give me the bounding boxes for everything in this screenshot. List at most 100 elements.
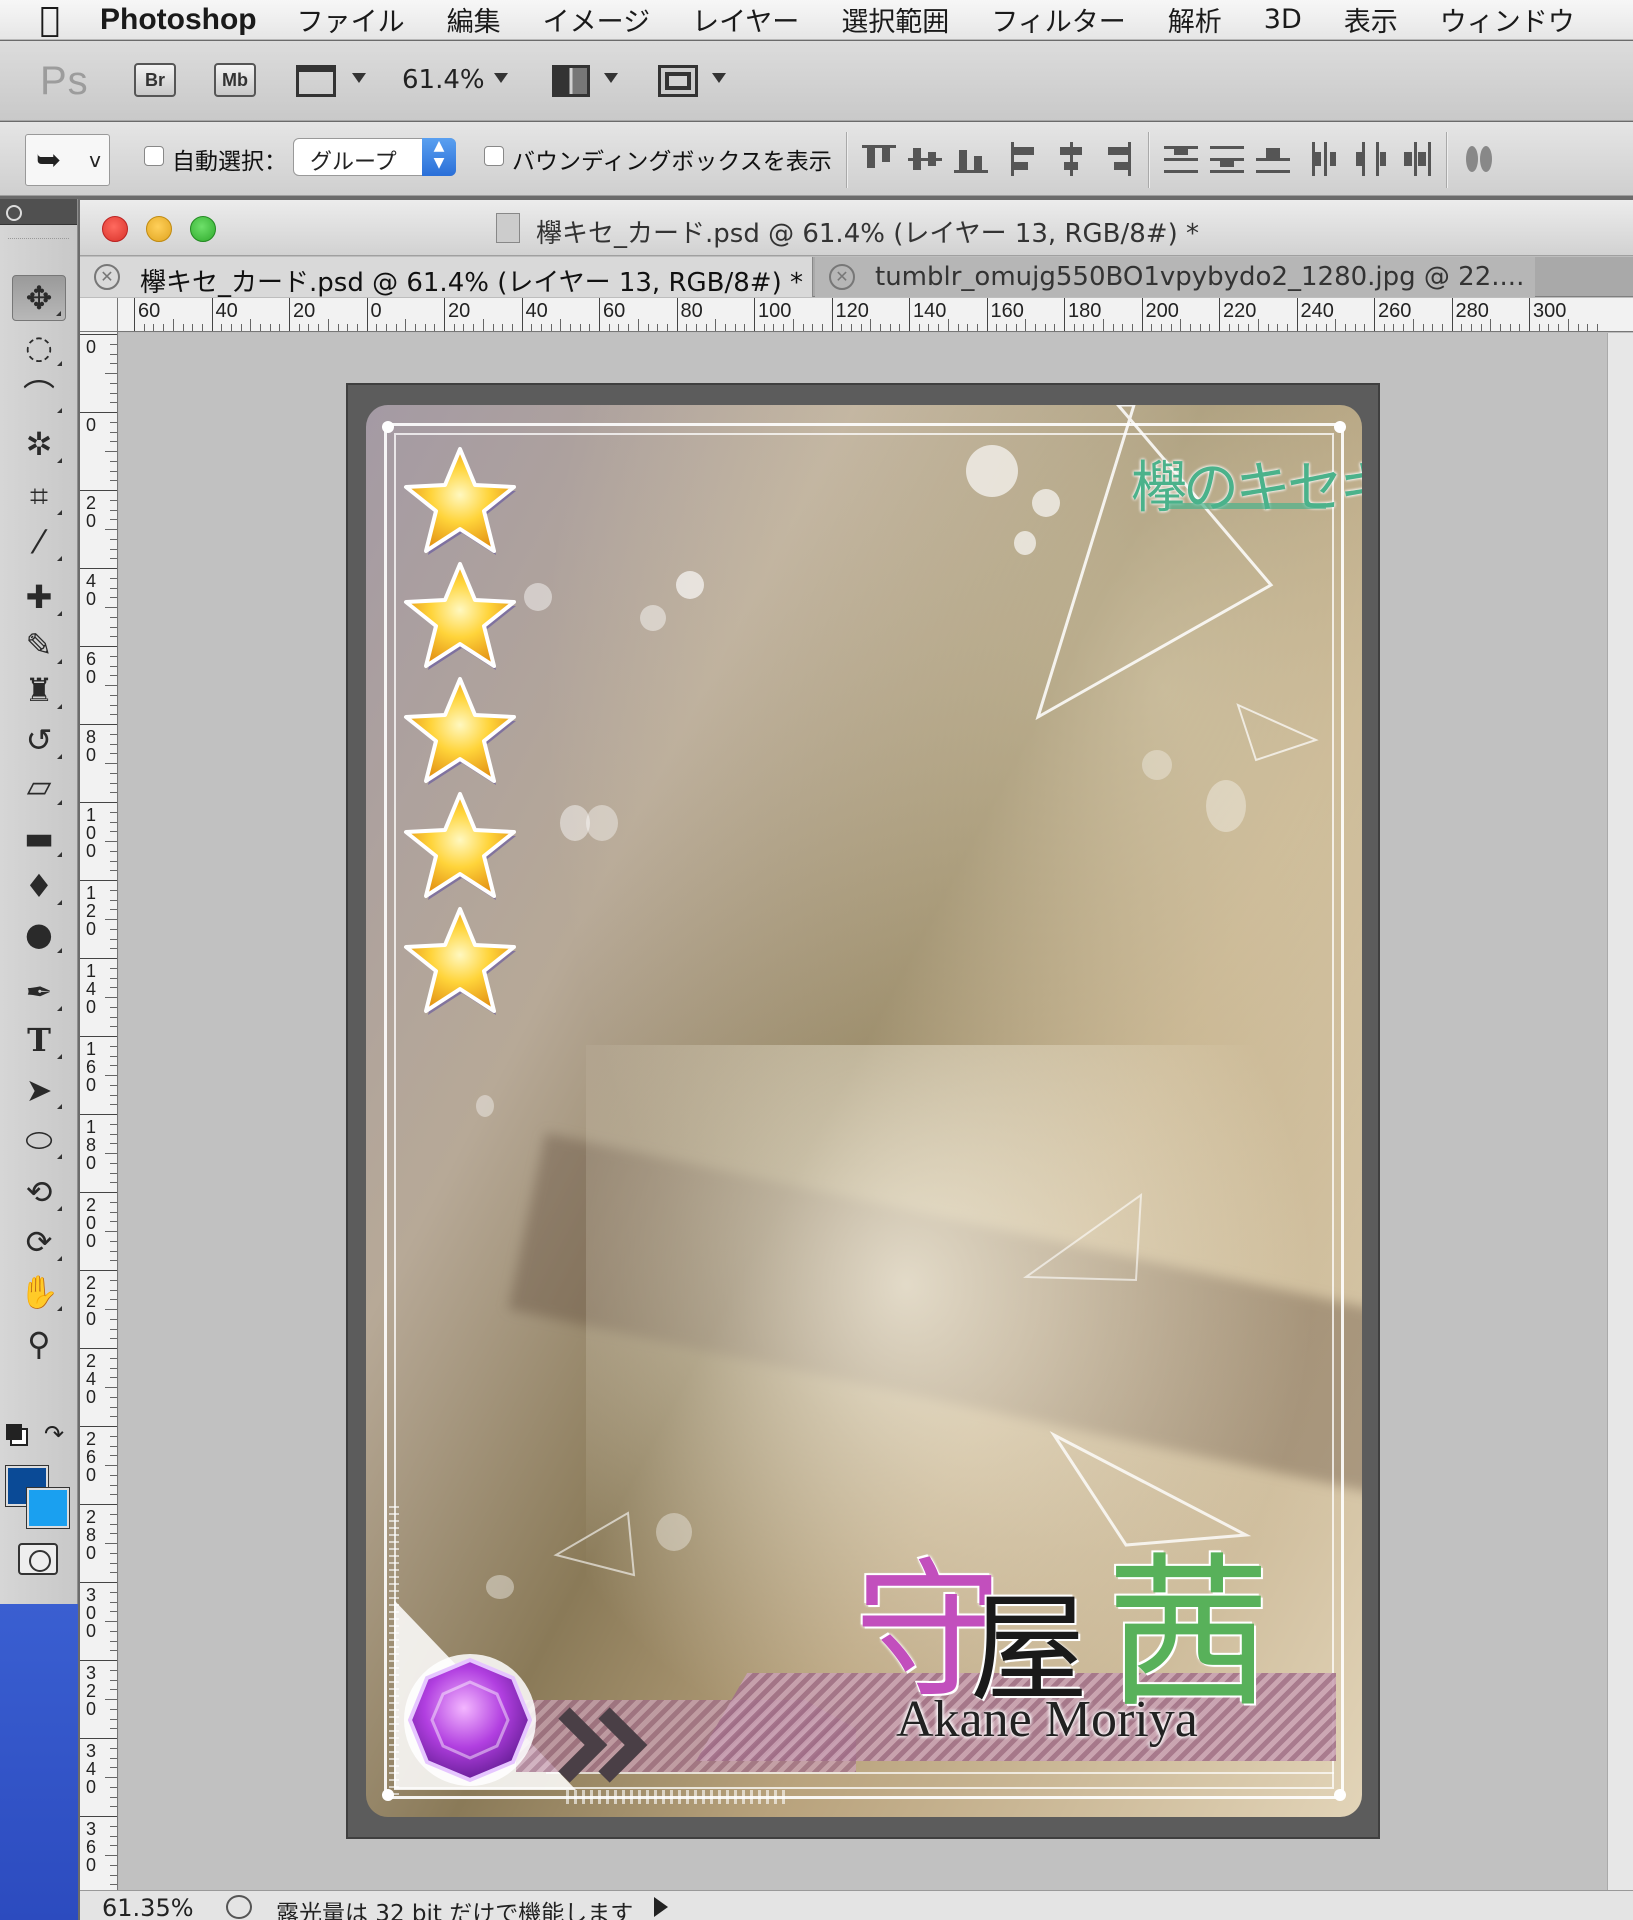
history-brush-tool[interactable]: ↺ <box>12 717 66 763</box>
align-top-icon[interactable] <box>862 142 896 176</box>
ruler-label: 120 <box>835 300 869 322</box>
distribute-hcenter-icon[interactable] <box>1354 142 1388 176</box>
screen-mode-icon[interactable] <box>658 65 698 97</box>
ruler-tick <box>105 685 117 686</box>
3d-rotate-tool[interactable]: ⟲ <box>12 1169 66 1215</box>
tab-card-psd[interactable]: ✕ 欅キセ_カード.psd @ 61.4% (レイヤー 13, RGB/8#) … <box>80 257 813 297</box>
zoom-dropdown-icon[interactable] <box>494 73 508 83</box>
ruler-tick <box>110 1357 117 1359</box>
menu-layer[interactable]: レイヤー <box>692 0 799 39</box>
align-left-icon[interactable] <box>1008 142 1042 176</box>
dodge-tool[interactable]: ● <box>12 911 66 957</box>
tab-tumblr-jpg[interactable]: ✕ tumblr_omujg550BO1vpybydo2_1280.jpg @ … <box>815 257 1535 297</box>
menu-filter[interactable]: フィルター <box>991 0 1125 39</box>
marquee-tool[interactable]: ◌ <box>12 324 66 370</box>
align-hcenter-icon[interactable] <box>1054 142 1088 176</box>
minibridge-button[interactable]: Mb <box>214 63 256 97</box>
menu-view[interactable]: 表示 <box>1344 0 1398 39</box>
crop-tool[interactable]: ⌗ <box>12 473 66 519</box>
blur-tool[interactable]: ♦ <box>12 863 66 909</box>
close-tab-icon[interactable]: ✕ <box>829 264 855 290</box>
tool-preset-picker[interactable]: ➥ v <box>25 134 110 186</box>
move-tool[interactable]: ✥ <box>12 275 66 321</box>
ruler-tick <box>110 1864 117 1866</box>
align-right-icon[interactable] <box>1100 142 1134 176</box>
distribute-left-icon[interactable] <box>1308 142 1342 176</box>
ruler-tick <box>105 451 117 452</box>
menu-edit[interactable]: 編集 <box>447 0 501 39</box>
screen-mode-dropdown-icon[interactable] <box>712 73 726 83</box>
swap-colors-icon[interactable]: ↷ <box>44 1420 64 1448</box>
default-colors-icon[interactable] <box>6 1424 22 1440</box>
quick-mask-button[interactable] <box>18 1543 58 1575</box>
document-canvas[interactable]: 欅のキセキ 守 屋 茜 Akane Moriya <box>346 383 1380 1839</box>
vertical-ruler[interactable]: 0 0 20 40 60 80 100 120 140 160 180 200 220 240 260 280… <box>80 332 118 1890</box>
horizontal-ruler[interactable]: 60 40 20 0 20 40 60 80 100 120 140 160 180 200 220 240 2… <box>118 298 1633 332</box>
document-proxy-icon[interactable] <box>496 213 520 243</box>
ruler-tick <box>453 324 455 331</box>
zoom-level[interactable]: 61.4% <box>402 65 485 95</box>
distribute-bottom-icon[interactable] <box>1256 142 1290 176</box>
auto-select-target-select[interactable]: グループ ▲ ▼ <box>293 138 456 176</box>
pen-tool[interactable]: ✒ <box>12 969 66 1015</box>
hand-tool[interactable]: ✋ <box>12 1269 66 1315</box>
path-select-tool[interactable]: ➤ <box>12 1067 66 1113</box>
eraser-tool[interactable]: ▱ <box>12 763 66 809</box>
status-zoom[interactable]: 61.35% <box>102 1894 194 1920</box>
align-vcenter-icon[interactable] <box>908 142 942 176</box>
apple-icon[interactable]:  <box>0 0 100 40</box>
crop-icon: ⌗ <box>29 476 49 515</box>
extras-icon[interactable] <box>296 65 336 97</box>
ruler-tick <box>110 1338 117 1340</box>
menu-window[interactable]: ウィンドウ <box>1440 0 1575 39</box>
bridge-button[interactable]: Br <box>134 63 176 97</box>
ruler-tick <box>110 1552 117 1554</box>
tools-panel-header[interactable] <box>0 199 77 225</box>
zoom-window-button[interactable] <box>190 216 216 242</box>
ruler-tick <box>1064 298 1065 331</box>
type-tool[interactable]: T <box>12 1017 66 1063</box>
menu-select[interactable]: 選択範囲 <box>841 0 949 39</box>
panel-grip[interactable] <box>8 225 69 239</box>
minimize-window-button[interactable] <box>146 216 172 242</box>
background-color-swatch[interactable] <box>26 1487 70 1529</box>
extras-dropdown-icon[interactable] <box>352 73 366 83</box>
document-title-bar[interactable]: 欅キセ_カード.psd @ 61.4% (レイヤー 13, RGB/8#) * <box>80 200 1633 256</box>
ruler-tick <box>502 324 504 331</box>
distribute-right-icon[interactable] <box>1400 142 1434 176</box>
menu-3d[interactable]: 3D <box>1264 4 1302 35</box>
distribute-vcenter-icon[interactable] <box>1210 142 1244 176</box>
zoom-tool[interactable]: ⚲ <box>12 1321 66 1367</box>
ruler-origin[interactable] <box>80 298 118 332</box>
ellipse-tool[interactable]: ⬭ <box>12 1117 66 1163</box>
healing-tool[interactable]: ✚ <box>12 574 66 620</box>
stamp-tool[interactable]: ♜ <box>12 667 66 713</box>
magic-wand-tool[interactable]: ✲ <box>12 421 66 467</box>
close-window-button[interactable] <box>102 216 128 242</box>
menu-image[interactable]: イメージ <box>543 0 650 39</box>
eyedropper-tool[interactable]: ⁄ <box>12 519 66 565</box>
align-bottom-icon[interactable] <box>954 142 988 176</box>
3d-orbit-tool[interactable]: ⟳ <box>12 1219 66 1265</box>
star-icon <box>404 447 516 555</box>
bounding-box-checkbox[interactable] <box>484 146 504 166</box>
ruler-tick <box>1500 324 1501 331</box>
close-tab-icon[interactable]: ✕ <box>94 264 120 290</box>
ruler-tick <box>1345 324 1346 331</box>
auto-select-checkbox[interactable] <box>144 146 164 166</box>
gradient-tool[interactable]: ▬ <box>12 815 66 861</box>
ruler-tick <box>110 1562 117 1564</box>
distribute-top-icon[interactable] <box>1164 142 1198 176</box>
menu-file[interactable]: ファイル <box>297 0 405 39</box>
auto-align-layers-icon[interactable] <box>1462 142 1496 176</box>
app-menu[interactable]: Photoshop <box>100 3 257 37</box>
menu-analysis[interactable]: 解析 <box>1168 0 1222 39</box>
brush-tool[interactable]: ✎ <box>12 622 66 668</box>
ruler-label: 80 <box>680 300 703 322</box>
status-menu-arrow-icon[interactable] <box>654 1897 668 1917</box>
arrange-documents-icon[interactable] <box>552 65 590 97</box>
vertical-scrollbar[interactable] <box>1607 333 1633 1890</box>
ruler-tick <box>80 880 117 881</box>
arrange-dropdown-icon[interactable] <box>604 73 618 83</box>
lasso-tool[interactable]: ⌒ <box>12 371 66 417</box>
